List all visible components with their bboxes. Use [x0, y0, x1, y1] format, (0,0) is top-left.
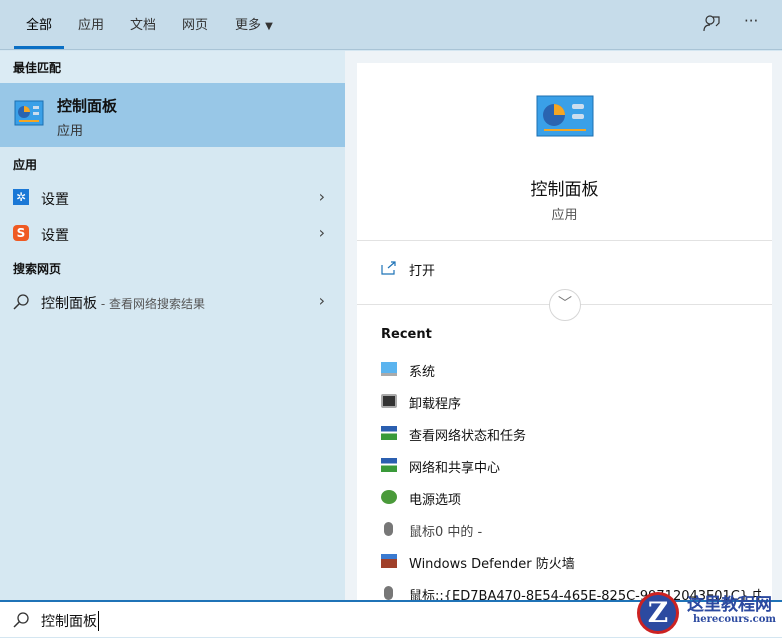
watermark-title: 这里教程网: [687, 595, 772, 615]
preview-pane: 控制面板 应用 打开 ﹀ Recent 系统 卸载程序 查看网络状态和任务 网络…: [345, 51, 782, 604]
apps-heading: 应用: [13, 158, 38, 172]
divider: [357, 240, 772, 241]
preview-title: 控制面板: [530, 180, 599, 200]
uninstall-program-icon: [381, 394, 397, 408]
recent-label: 鼠标0 中的 -: [409, 525, 483, 540]
recent-label: 网络和共享中心: [409, 461, 501, 476]
chevron-right-icon[interactable]: ›: [319, 291, 325, 310]
mouse-icon: [384, 522, 393, 536]
recent-heading: Recent: [381, 327, 432, 342]
result-label: 设置: [41, 192, 69, 208]
chevron-right-icon[interactable]: ›: [319, 223, 325, 242]
network-icon: [381, 426, 397, 440]
tab-more-label: 更多: [235, 18, 262, 33]
best-match-control-panel[interactable]: 控制面板 应用: [0, 83, 345, 147]
open-icon: [381, 261, 396, 275]
power-options-icon: [381, 490, 397, 504]
system-icon: [381, 362, 397, 376]
app-result-settings[interactable]: ✲ 设置 ›: [0, 181, 345, 215]
sogou-s-icon: S: [13, 225, 29, 241]
expand-chevron-down-icon[interactable]: ﹀: [549, 289, 581, 321]
search-icon: [13, 294, 29, 310]
best-match-title: 控制面板: [57, 97, 118, 115]
recent-label: 系统: [409, 365, 436, 380]
settings-gear-icon: ✲: [13, 189, 29, 205]
preview-subtitle: 应用: [551, 208, 578, 223]
recent-item[interactable]: 系统: [381, 360, 761, 380]
search-icon: [13, 612, 29, 628]
recent-item[interactable]: 网络和共享中心: [381, 456, 761, 476]
best-match-subtitle: 应用: [57, 124, 84, 139]
watermark-logo: Z 这里教程网 herecours.com: [625, 588, 782, 638]
web-search-result[interactable]: 控制面板 - 查看网络搜索结果 ›: [0, 285, 345, 319]
recent-item[interactable]: 鼠标0 中的 -: [381, 520, 761, 540]
result-label: 设置: [41, 228, 69, 244]
open-label: 打开: [409, 264, 436, 279]
search-input[interactable]: 控制面板: [41, 611, 99, 631]
firewall-icon: [381, 554, 397, 568]
web-query: 控制面板: [41, 296, 97, 312]
recent-item[interactable]: 查看网络状态和任务: [381, 424, 761, 444]
filter-tabs-bar: 全部 应用 文档 网页 更多 ▼ ···: [0, 0, 782, 50]
control-panel-icon: [14, 100, 44, 126]
tab-apps[interactable]: 应用: [78, 14, 104, 33]
recent-label: 卸载程序: [409, 397, 462, 412]
tab-web[interactable]: 网页: [182, 14, 208, 33]
tab-more[interactable]: 更多 ▼: [235, 14, 273, 33]
chevron-right-icon[interactable]: ›: [319, 187, 325, 206]
active-tab-indicator: [14, 46, 64, 49]
mouse-icon: [384, 586, 393, 600]
tab-all[interactable]: 全部: [26, 14, 52, 33]
open-action[interactable]: 打开: [381, 259, 761, 279]
network-icon: [381, 458, 397, 472]
watermark-url: herecours.com: [693, 614, 777, 625]
recent-item[interactable]: 卸载程序: [381, 392, 761, 412]
recent-label: Windows Defender 防火墙: [409, 557, 575, 572]
recent-item[interactable]: 电源选项: [381, 488, 761, 508]
tab-documents[interactable]: 文档: [130, 14, 156, 33]
control-panel-large-icon: [536, 95, 594, 137]
search-box[interactable]: 控制面板 Z 这里教程网 herecours.com: [0, 592, 782, 637]
app-result-sogou-settings[interactable]: S 设置 ›: [0, 217, 345, 251]
best-match-heading: 最佳匹配: [13, 61, 62, 75]
web-suffix: - 查看网络搜索结果: [97, 297, 205, 311]
web-search-heading: 搜索网页: [13, 262, 62, 276]
best-match-header: 最佳匹配: [0, 51, 345, 83]
recent-label: 查看网络状态和任务: [409, 429, 527, 444]
recent-item[interactable]: Windows Defender 防火墙: [381, 552, 761, 572]
results-pane: 最佳匹配 控制面板 应用 应用 ✲ 设置 › S 设置 › 搜索网页 控制面板 …: [0, 51, 345, 600]
preview-card: 控制面板 应用 打开 ﹀ Recent 系统 卸载程序 查看网络状态和任务 网络…: [357, 63, 772, 604]
more-options-icon[interactable]: ···: [744, 12, 758, 30]
feedback-icon[interactable]: [702, 14, 720, 32]
recent-label: 电源选项: [409, 493, 462, 508]
caret-down-icon: ▼: [265, 21, 273, 32]
